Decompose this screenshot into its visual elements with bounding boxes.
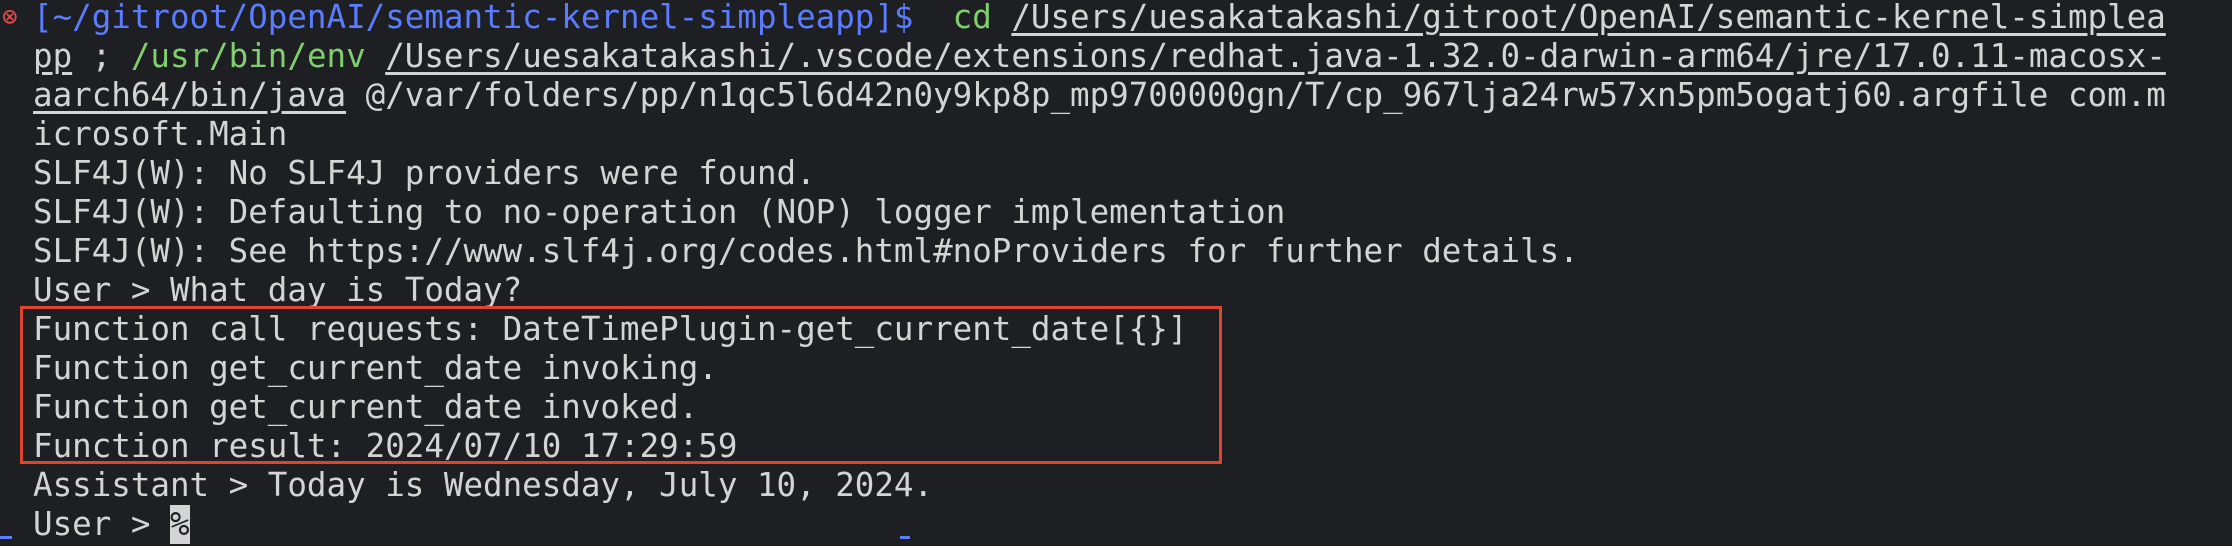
terminal-line-3: aarch64/bin/java @/var/folders/pp/n1qc5l… bbox=[33, 76, 2166, 115]
cd-command: cd bbox=[952, 0, 992, 36]
terminal-window[interactable]: ⊗ [~/gitroot/OpenAI/semantic-kernel-simp… bbox=[0, 0, 2232, 546]
cd-path-continued: pp bbox=[33, 37, 73, 75]
clipped-next-line bbox=[0, 536, 2232, 546]
terminal-line-13: Assistant > Today is Wednesday, July 10,… bbox=[33, 466, 934, 504]
java-path-continued: aarch64/bin/java bbox=[33, 76, 347, 114]
command-separator: ; bbox=[72, 37, 131, 75]
terminal-line-1: [~/gitroot/OpenAI/semantic-kernel-simple… bbox=[33, 0, 2166, 37]
terminal-line-8: User > What day is Today? bbox=[33, 271, 523, 309]
terminal-line-4: icrosoft.Main bbox=[33, 115, 288, 153]
java-args: @/var/folders/pp/n1qc5l6d42n0y9kp8p_mp97… bbox=[346, 76, 2166, 114]
terminal-line-2: pp ; /usr/bin/env /Users/uesakatakashi/.… bbox=[33, 37, 2166, 76]
shell-prompt: [~/gitroot/OpenAI/semantic-kernel-simple… bbox=[33, 0, 914, 36]
cd-path: /Users/uesakatakashi/gitroot/OpenAI/sema… bbox=[1011, 0, 2166, 36]
terminal-line-6: SLF4J(W): Defaulting to no-operation (NO… bbox=[33, 193, 1286, 231]
error-circle-icon: ⊗ bbox=[2, 2, 18, 32]
terminal-line-5: SLF4J(W): No SLF4J providers were found. bbox=[33, 154, 816, 192]
highlight-box-function-calls bbox=[20, 306, 1222, 464]
env-command: /usr/bin/env bbox=[130, 37, 366, 75]
terminal-line-7: SLF4J(W): See https://www.slf4j.org/code… bbox=[33, 232, 1579, 270]
java-path: /Users/uesakatakashi/.vscode/extensions/… bbox=[385, 37, 2166, 75]
